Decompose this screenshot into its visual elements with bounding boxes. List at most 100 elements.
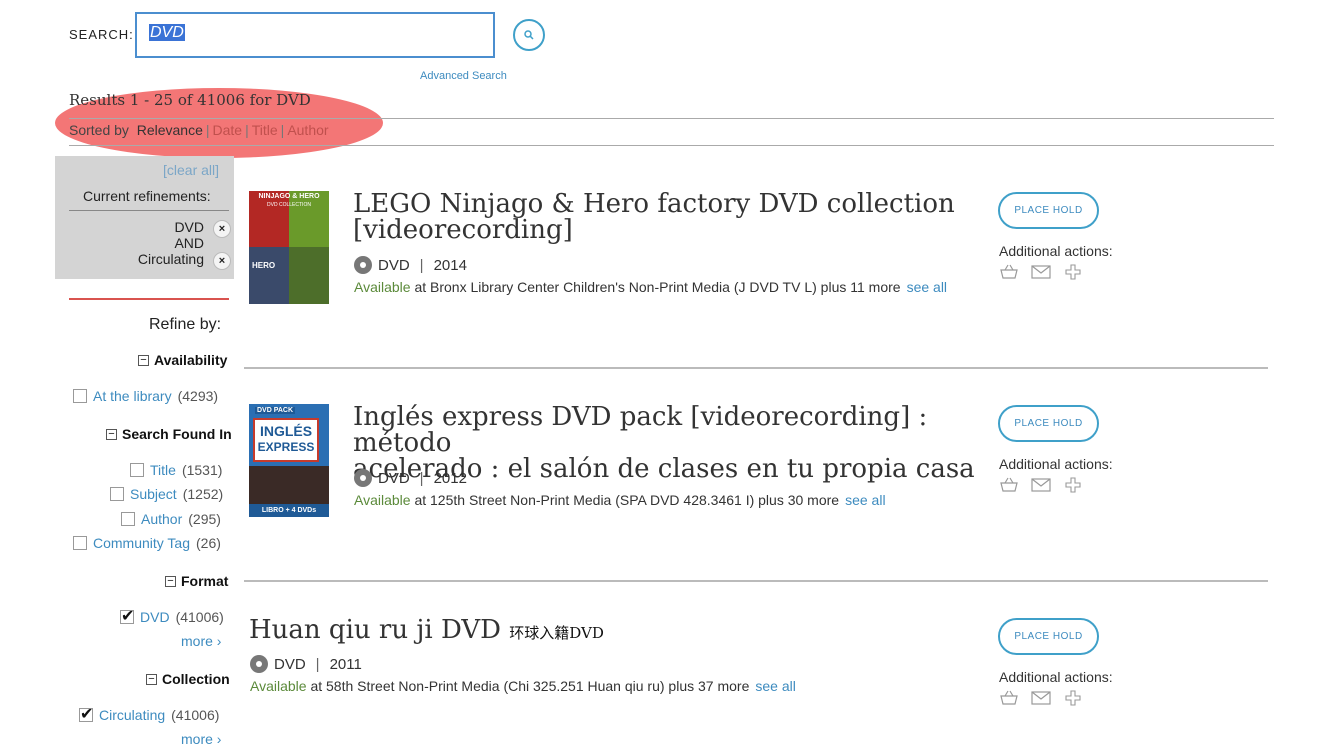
mail-icon[interactable] xyxy=(1031,264,1051,280)
format-more-link[interactable]: more › xyxy=(181,633,221,649)
plus-icon[interactable] xyxy=(1063,264,1083,280)
basket-icon[interactable] xyxy=(999,690,1019,706)
checkbox[interactable] xyxy=(130,463,144,477)
additional-actions-label: Additional actions: xyxy=(999,669,1113,685)
collection-more-link[interactable]: more › xyxy=(181,731,221,747)
action-icons xyxy=(999,264,1083,280)
title-line[interactable]: [videorecording] xyxy=(353,217,973,243)
facet-collection-toggle[interactable]: − Collection xyxy=(146,671,230,687)
facet-author[interactable]: Author (295) xyxy=(121,511,221,527)
facet-count: (41006) xyxy=(171,707,220,723)
minus-icon: − xyxy=(165,575,176,587)
refinement-and: AND xyxy=(174,235,204,251)
divider xyxy=(69,145,1274,146)
see-all-link[interactable]: see all xyxy=(845,492,885,508)
sort-separator: | xyxy=(205,122,210,138)
result-title-3[interactable]: Huan qiu ru ji DVD 环球入籍DVD xyxy=(249,617,969,646)
sort-separator: | xyxy=(280,122,285,138)
checkbox[interactable] xyxy=(110,487,124,501)
remove-circulating-refinement[interactable]: × xyxy=(213,252,231,270)
facet-label[interactable]: Author xyxy=(141,511,182,527)
search-icon xyxy=(524,30,534,40)
checkbox-checked[interactable] xyxy=(79,704,93,724)
facet-label[interactable]: At the library xyxy=(93,388,172,404)
cover-text: HERO xyxy=(252,261,276,270)
available-label: Available xyxy=(354,279,411,295)
see-all-link[interactable]: see all xyxy=(907,279,947,295)
facet-collection-circulating[interactable]: Circulating (41006) xyxy=(79,704,220,724)
title-line[interactable]: Inglés express DVD pack [videorecording]… xyxy=(353,404,993,456)
facet-format-toggle[interactable]: − Format xyxy=(165,573,228,589)
close-icon: × xyxy=(218,223,226,235)
facet-title[interactable]: Title (1531) xyxy=(130,462,222,478)
title-line[interactable]: LEGO Ninjago & Hero factory DVD collecti… xyxy=(353,191,973,217)
meta-separator: | xyxy=(419,256,424,274)
result-meta-3: DVD | 2011 xyxy=(250,655,362,673)
availability-text: at Bronx Library Center Children's Non-P… xyxy=(414,279,901,295)
facet-label[interactable]: Circulating xyxy=(99,707,165,723)
facet-label[interactable]: Community Tag xyxy=(93,535,190,551)
result-title-1[interactable]: LEGO Ninjago & Hero factory DVD collecti… xyxy=(353,191,973,243)
facet-label[interactable]: Subject xyxy=(130,486,177,502)
availability-3: Available at 58th Street Non-Print Media… xyxy=(250,678,796,694)
clear-all-link[interactable]: [clear all] xyxy=(163,162,219,178)
cover-image[interactable]: NINJAGO & HERO DVD COLLECTION HERO xyxy=(249,191,329,304)
facet-at-library[interactable]: At the library (4293) xyxy=(73,388,218,404)
facet-count: (26) xyxy=(196,535,221,551)
checkbox[interactable] xyxy=(73,536,87,550)
divider xyxy=(69,298,229,300)
facet-heading: Collection xyxy=(162,671,230,687)
plus-icon[interactable] xyxy=(1063,690,1083,706)
facet-search-found-in-toggle[interactable]: − Search Found In xyxy=(106,426,232,442)
sort-date[interactable]: Date xyxy=(213,122,243,138)
facet-label[interactable]: Title xyxy=(150,462,176,478)
advanced-search-link[interactable]: Advanced Search xyxy=(420,70,507,82)
search-button[interactable] xyxy=(513,19,545,51)
facet-format-dvd[interactable]: DVD (41006) xyxy=(120,606,224,626)
availability-text: at 58th Street Non-Print Media (Chi 325.… xyxy=(310,678,750,694)
title-line[interactable]: Huan qiu ru ji DVD xyxy=(249,615,501,645)
facet-count: (1531) xyxy=(181,462,223,478)
disc-icon xyxy=(354,256,372,274)
cover-text: EXPRESS xyxy=(257,440,315,454)
facet-availability-toggle[interactable]: − Availability xyxy=(138,352,227,368)
cover-text: LIBRO + 4 DVDs xyxy=(249,504,329,517)
checkbox[interactable] xyxy=(73,389,87,403)
mail-icon[interactable] xyxy=(1031,477,1051,493)
see-all-link[interactable]: see all xyxy=(755,678,795,694)
title-subtitle[interactable]: 环球入籍DVD xyxy=(509,624,604,642)
plus-icon[interactable] xyxy=(1063,477,1083,493)
action-icons xyxy=(999,690,1083,706)
year-label: 2014 xyxy=(433,256,467,274)
place-hold-button[interactable]: PLACE HOLD xyxy=(998,618,1099,655)
format-label: DVD xyxy=(274,655,306,673)
place-hold-button[interactable]: PLACE HOLD xyxy=(998,192,1099,229)
basket-icon[interactable] xyxy=(999,264,1019,280)
remove-dvd-refinement[interactable]: × xyxy=(213,220,231,238)
refinement-circulating: Circulating xyxy=(137,251,204,267)
checkbox-checked[interactable] xyxy=(120,606,134,626)
minus-icon: − xyxy=(146,673,157,685)
cover-text: NINJAGO & HERO xyxy=(258,193,320,200)
facet-community-tag[interactable]: Community Tag (26) xyxy=(73,535,221,551)
divider xyxy=(69,210,229,211)
sort-author[interactable]: Author xyxy=(287,122,328,138)
sort-relevance[interactable]: Relevance xyxy=(137,122,203,138)
current-refinements-label: Current refinements: xyxy=(83,188,211,204)
disc-icon xyxy=(354,469,372,487)
search-input[interactable]: DVD xyxy=(135,12,495,58)
sorted-by-label: Sorted by xyxy=(69,122,129,138)
mail-icon[interactable] xyxy=(1031,690,1051,706)
meta-separator: | xyxy=(419,469,424,487)
refinement-dvd: DVD xyxy=(174,219,204,235)
place-hold-button[interactable]: PLACE HOLD xyxy=(998,405,1099,442)
sort-title[interactable]: Title xyxy=(252,122,278,138)
facet-subject[interactable]: Subject (1252) xyxy=(110,486,223,502)
facet-label[interactable]: DVD xyxy=(140,609,170,625)
checkbox[interactable] xyxy=(121,512,135,526)
cover-image[interactable]: DVD PACK INGLÉS EXPRESS LIBRO + 4 DVDs xyxy=(249,404,329,517)
facet-count: (295) xyxy=(188,511,221,527)
basket-icon[interactable] xyxy=(999,477,1019,493)
additional-actions-label: Additional actions: xyxy=(999,456,1113,472)
facet-heading: Availability xyxy=(154,352,228,368)
